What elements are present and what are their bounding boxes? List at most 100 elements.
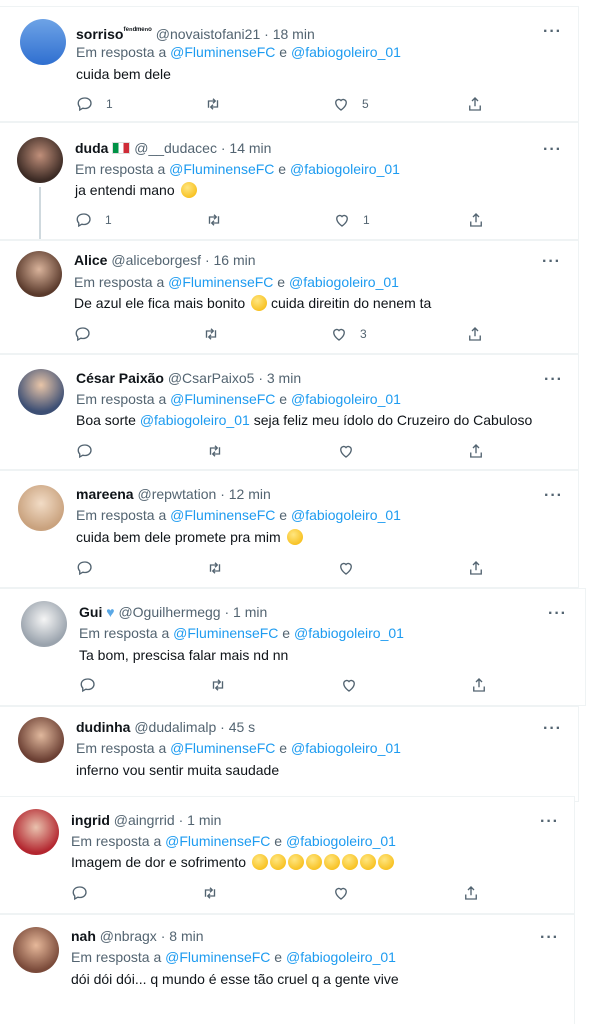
mention-link[interactable]: @fabiogoleiro_01: [291, 740, 401, 756]
more-options-icon[interactable]: ···: [542, 254, 561, 270]
reply-button[interactable]: [71, 884, 89, 902]
timestamp[interactable]: 1 min: [187, 812, 221, 828]
timestamp[interactable]: 18 min: [273, 26, 315, 42]
timestamp[interactable]: 14 min: [229, 140, 271, 156]
avatar[interactable]: [18, 717, 64, 763]
display-name[interactable]: mareena: [76, 486, 134, 502]
mention-link[interactable]: @fabiogoleiro_01: [286, 949, 396, 965]
tweet[interactable]: sorrisoᶠᵉⁿᵈᵐᵉⁿᵒ @novaistofani21 · 18 min…: [0, 6, 579, 122]
mention-link[interactable]: @fabiogoleiro_01: [291, 507, 401, 523]
more-options-icon[interactable]: ···: [548, 606, 567, 622]
mention-link[interactable]: @FluminenseFC: [165, 949, 270, 965]
tweet[interactable]: Alice @aliceborgesf · 16 min ··· Em resp…: [0, 240, 579, 354]
mention-link[interactable]: @FluminenseFC: [169, 161, 274, 177]
reply-button[interactable]: [76, 442, 94, 460]
timestamp[interactable]: 3 min: [267, 370, 301, 386]
display-name[interactable]: Gui: [79, 604, 102, 620]
like-button[interactable]: [332, 884, 350, 902]
display-name[interactable]: dudinha: [76, 719, 130, 735]
avatar[interactable]: [16, 251, 62, 297]
reply-button[interactable]: 1: [75, 211, 112, 229]
timestamp[interactable]: 16 min: [214, 252, 256, 268]
share-button[interactable]: [466, 325, 484, 343]
avatar[interactable]: [13, 809, 59, 855]
reply-button[interactable]: [76, 559, 94, 577]
mention-link[interactable]: @FluminenseFC: [165, 833, 270, 849]
retweet-button[interactable]: [205, 211, 223, 229]
like-button[interactable]: 1: [333, 211, 370, 229]
more-options-icon[interactable]: ···: [543, 721, 562, 737]
mention-link[interactable]: @fabiogoleiro_01: [294, 625, 404, 641]
retweet-button[interactable]: [204, 95, 222, 113]
timestamp[interactable]: 8 min: [169, 928, 203, 944]
mention-link[interactable]: @fabiogoleiro_01: [286, 833, 396, 849]
reply-button[interactable]: [74, 325, 92, 343]
mention-link[interactable]: @FluminenseFC: [170, 507, 275, 523]
share-button[interactable]: [467, 559, 485, 577]
tweet[interactable]: mareena @repwtation · 12 min ··· Em resp…: [0, 470, 579, 588]
reply-button[interactable]: 1: [76, 95, 113, 113]
like-button[interactable]: [337, 442, 355, 460]
tweet[interactable]: nah @nbragx · 8 min ··· Em resposta a @F…: [0, 914, 575, 1024]
timestamp[interactable]: 1 min: [233, 604, 267, 620]
user-handle[interactable]: @__dudacec: [134, 140, 217, 156]
mention-link[interactable]: @fabiogoleiro_01: [289, 274, 399, 290]
more-options-icon[interactable]: ···: [543, 142, 562, 158]
display-name[interactable]: Alice: [74, 252, 107, 268]
display-name[interactable]: ingrid: [71, 812, 110, 828]
user-handle[interactable]: @dudalimalp: [134, 719, 216, 735]
user-handle[interactable]: @aliceborgesf: [111, 252, 201, 268]
avatar[interactable]: [13, 927, 59, 973]
mention-link[interactable]: @fabiogoleiro_01: [140, 412, 250, 428]
share-button[interactable]: [467, 442, 485, 460]
display-name[interactable]: nah: [71, 928, 96, 944]
retweet-button[interactable]: [201, 884, 219, 902]
user-handle[interactable]: @Oguilhermegg: [118, 604, 220, 620]
reply-button[interactable]: [79, 676, 97, 694]
more-options-icon[interactable]: ···: [544, 372, 563, 388]
more-options-icon[interactable]: ···: [540, 814, 559, 830]
timestamp[interactable]: 12 min: [229, 486, 271, 502]
avatar[interactable]: [20, 19, 66, 65]
share-button[interactable]: [467, 211, 485, 229]
avatar[interactable]: [18, 369, 64, 415]
user-handle[interactable]: @repwtation: [137, 486, 216, 502]
mention-link[interactable]: @fabiogoleiro_01: [290, 161, 400, 177]
like-button[interactable]: [340, 676, 358, 694]
display-name[interactable]: duda: [75, 140, 108, 156]
tweet[interactable]: César Paixão @CsarPaixo5 · 3 min ··· Em …: [0, 354, 579, 470]
mention-link[interactable]: @FluminenseFC: [173, 625, 278, 641]
display-name[interactable]: César Paixão: [76, 370, 164, 386]
more-options-icon[interactable]: ···: [540, 930, 559, 946]
like-button[interactable]: [337, 559, 355, 577]
more-options-icon[interactable]: ···: [544, 488, 563, 504]
like-button[interactable]: 3: [330, 325, 367, 343]
avatar[interactable]: [18, 485, 64, 531]
mention-link[interactable]: @FluminenseFC: [170, 44, 275, 60]
avatar[interactable]: [17, 137, 63, 183]
tweet[interactable]: duda @__dudacec · 14 min ··· Em resposta…: [0, 122, 579, 240]
user-handle[interactable]: @nbragx: [100, 928, 157, 944]
display-name[interactable]: sorriso: [76, 26, 123, 42]
mention-link[interactable]: @FluminenseFC: [168, 274, 273, 290]
more-options-icon[interactable]: ···: [543, 24, 562, 40]
share-button[interactable]: [466, 95, 484, 113]
share-button[interactable]: [470, 676, 488, 694]
like-button[interactable]: 5: [332, 95, 369, 113]
share-button[interactable]: [462, 884, 480, 902]
mention-link[interactable]: @fabiogoleiro_01: [291, 391, 401, 407]
retweet-button[interactable]: [202, 325, 220, 343]
tweet[interactable]: dudinha @dudalimalp · 45 s ··· Em respos…: [0, 706, 579, 802]
user-handle[interactable]: @novaistofani21: [156, 26, 261, 42]
user-handle[interactable]: @aingrrid: [114, 812, 175, 828]
retweet-button[interactable]: [209, 676, 227, 694]
mention-link[interactable]: @FluminenseFC: [170, 740, 275, 756]
retweet-button[interactable]: [206, 442, 224, 460]
retweet-button[interactable]: [206, 559, 224, 577]
user-handle[interactable]: @CsarPaixo5: [168, 370, 255, 386]
timestamp[interactable]: 45 s: [229, 719, 255, 735]
tweet[interactable]: ingrid @aingrrid · 1 min ··· Em resposta…: [0, 796, 575, 914]
mention-link[interactable]: @fabiogoleiro_01: [291, 44, 401, 60]
mention-link[interactable]: @FluminenseFC: [170, 391, 275, 407]
avatar[interactable]: [21, 601, 67, 647]
